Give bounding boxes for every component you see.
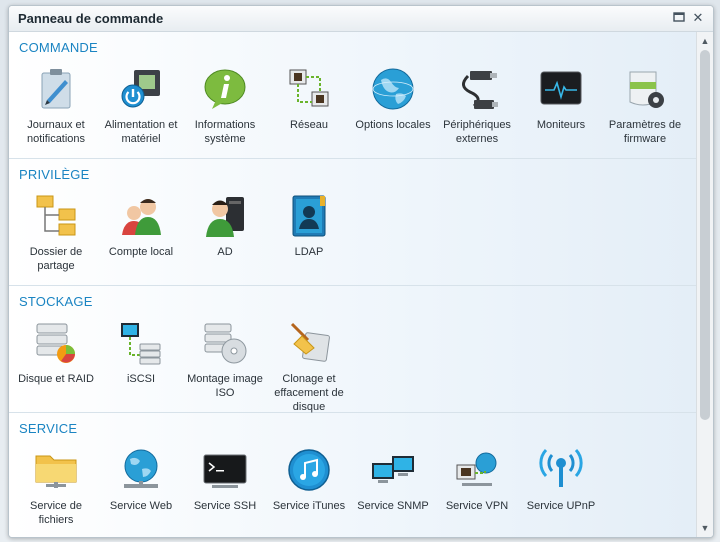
section-privilege: PRIVILÈGE Dossier de partage Compte loca… [9, 159, 697, 286]
vpn-icon [454, 447, 500, 493]
iso-disc-icon [202, 320, 248, 366]
window-title: Panneau de commande [18, 11, 164, 26]
item-options-locales[interactable]: Options locales [351, 64, 435, 156]
item-dossier-partage[interactable]: Dossier de partage [14, 191, 98, 283]
item-moniteurs[interactable]: Moniteurs [519, 64, 603, 156]
section-stockage: STOCKAGE Disque et RAID iSCSI Montage im… [9, 286, 697, 413]
item-iscsi[interactable]: iSCSI [99, 318, 183, 410]
disk-raid-icon [33, 320, 79, 366]
broom-icon [286, 320, 332, 366]
item-label: Journaux et notifications [26, 119, 86, 145]
power-hardware-icon [118, 66, 164, 112]
item-alimentation[interactable]: Alimentation et matériel [99, 64, 183, 156]
web-globe-icon [118, 447, 164, 493]
monitor-icon [538, 66, 584, 112]
item-journaux[interactable]: Journaux et notifications [14, 64, 98, 156]
item-service-upnp[interactable]: Service UPnP [519, 445, 603, 537]
item-label: Service SSH [193, 500, 257, 512]
item-label: Réseau [290, 119, 328, 131]
item-ldap[interactable]: LDAP [267, 191, 351, 283]
section-title: STOCKAGE [19, 294, 93, 309]
item-service-web[interactable]: Service Web [99, 445, 183, 537]
snmp-monitors-icon [370, 447, 416, 493]
panel-content: COMMANDE Journaux et notifications Alime… [9, 32, 697, 537]
file-folder-icon [33, 447, 79, 493]
item-label: Disque et RAID [18, 373, 94, 385]
item-label: iSCSI [126, 373, 156, 385]
control-panel-window: Panneau de commande ✕ COMMANDE Journaux … [8, 5, 714, 538]
music-icon [286, 447, 332, 493]
terminal-icon [202, 447, 248, 493]
firmware-icon [622, 66, 668, 112]
scroll-thumb[interactable] [700, 50, 710, 420]
item-label: LDAP [294, 246, 324, 258]
item-label: Service Web [109, 500, 173, 512]
vertical-scrollbar[interactable]: ▲ ▼ [696, 32, 713, 537]
item-disque-raid[interactable]: Disque et RAID [14, 318, 98, 410]
scroll-down-icon[interactable]: ▼ [697, 521, 713, 535]
section-commande: COMMANDE Journaux et notifications Alime… [9, 32, 697, 159]
item-firmware[interactable]: Paramètres de firmware [603, 64, 687, 156]
item-label: Alimentation et matériel [104, 119, 178, 145]
item-ad[interactable]: AD [183, 191, 267, 283]
item-label: Dossier de partage [29, 246, 83, 272]
section-service: SERVICE Service de fichiers Service Web [9, 413, 697, 537]
notepad-icon [33, 66, 79, 112]
item-label: Montage image ISO [187, 373, 263, 399]
item-label: Périphériques externes [443, 119, 511, 145]
item-service-fichiers[interactable]: Service de fichiers [14, 445, 98, 537]
item-service-vpn[interactable]: Service VPN [435, 445, 519, 537]
local-users-icon [118, 193, 164, 239]
item-label: Service de fichiers [30, 500, 82, 526]
close-icon[interactable]: ✕ [691, 11, 705, 25]
item-label: Paramètres de firmware [608, 119, 682, 145]
item-label: AD [217, 246, 233, 258]
ad-user-icon [202, 193, 248, 239]
item-compte-local[interactable]: Compte local [99, 191, 183, 283]
maximize-icon[interactable] [672, 11, 686, 25]
item-service-itunes[interactable]: Service iTunes [267, 445, 351, 537]
item-label: Service UPnP [526, 500, 596, 512]
section-title: SERVICE [19, 421, 78, 436]
item-reseau[interactable]: Réseau [267, 64, 351, 156]
section-title: PRIVILÈGE [19, 167, 90, 182]
item-label: Informations système [194, 119, 256, 145]
ldap-book-icon [286, 193, 332, 239]
network-icon [286, 66, 332, 112]
item-label: Clonage et effacement de disque [274, 373, 344, 413]
item-label: Options locales [355, 119, 431, 131]
share-folder-icon [33, 193, 79, 239]
item-service-snmp[interactable]: Service SNMP [351, 445, 435, 537]
item-label: Service iTunes [272, 500, 346, 512]
item-service-ssh[interactable]: Service SSH [183, 445, 267, 537]
upnp-antenna-icon [538, 447, 584, 493]
item-informations[interactable]: Informations système [183, 64, 267, 156]
globe-icon [370, 66, 416, 112]
item-label: Service VPN [445, 500, 509, 512]
section-title: COMMANDE [19, 40, 98, 55]
info-icon [202, 66, 248, 112]
item-montage-iso[interactable]: Montage image ISO [183, 318, 267, 410]
item-clonage[interactable]: Clonage et effacement de disque [267, 318, 351, 413]
scroll-up-icon[interactable]: ▲ [697, 34, 713, 48]
item-peripheriques[interactable]: Périphériques externes [435, 64, 519, 156]
title-bar: Panneau de commande ✕ [9, 6, 713, 32]
usb-cable-icon [454, 66, 500, 112]
iscsi-icon [118, 320, 164, 366]
item-label: Service SNMP [357, 500, 429, 512]
item-label: Moniteurs [536, 119, 586, 131]
item-label: Compte local [108, 246, 174, 258]
